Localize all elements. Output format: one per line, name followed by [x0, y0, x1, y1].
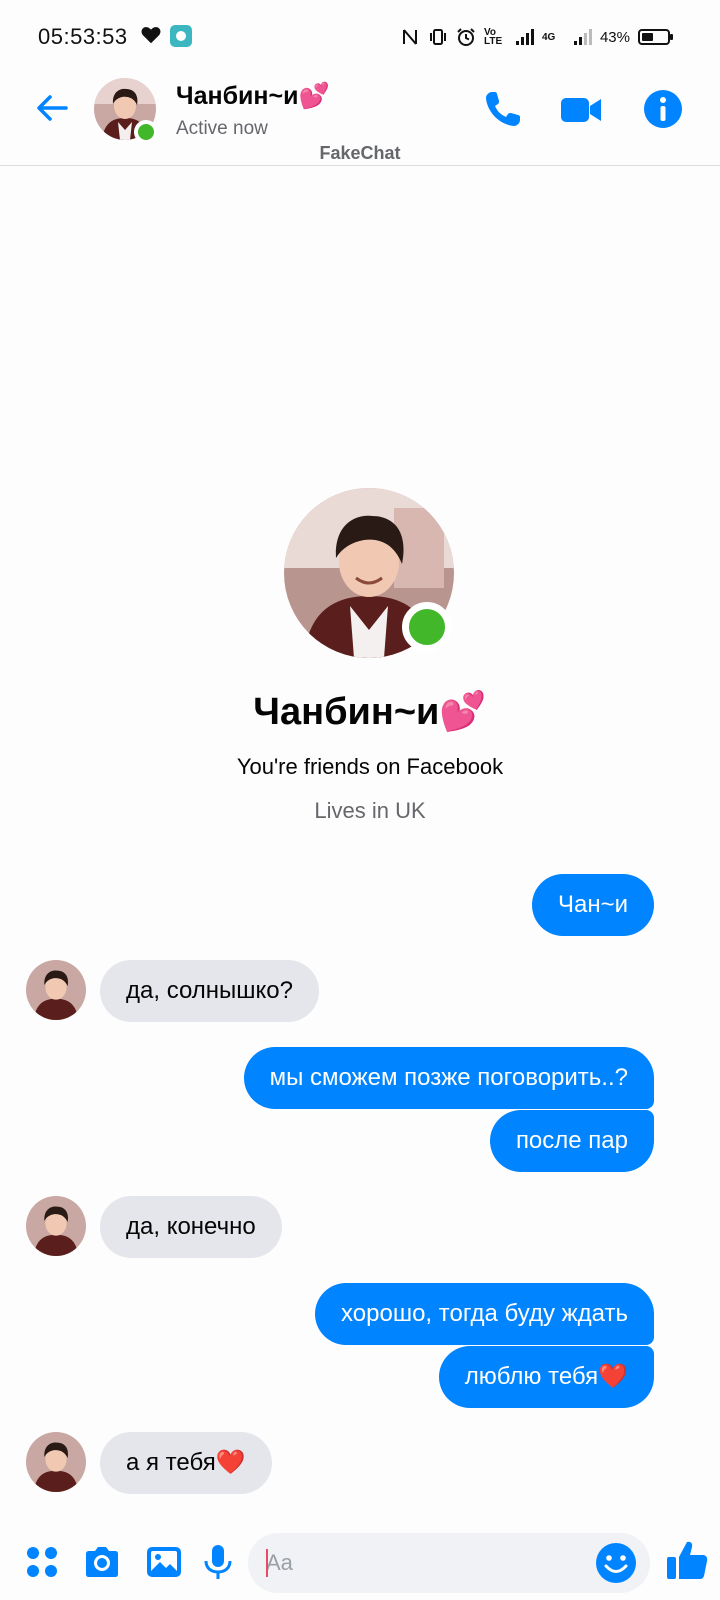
profile-friends-text: You're friends on Facebook	[236, 754, 504, 779]
status-bar: 05:53:53 Vo LTE 4G 43%	[0, 0, 720, 70]
profile-online-indicator	[402, 602, 452, 652]
message-bubble-out[interactable]: мы сможем позже поговорить..?	[243, 1047, 654, 1109]
image-icon[interactable]	[144, 1542, 184, 1582]
message-bubble-out[interactable]: Чан~и	[531, 874, 654, 936]
camera-icon[interactable]	[82, 1542, 122, 1582]
message-bubble-out[interactable]: хорошо, тогда буду ждать	[315, 1283, 654, 1345]
message-bubble-out[interactable]: люблю тебя❤️	[438, 1346, 654, 1408]
microphone-icon[interactable]	[198, 1542, 238, 1582]
thumbs-up-icon[interactable]	[664, 1537, 710, 1583]
message-input-container	[248, 1533, 650, 1593]
battery-percent: 43%	[599, 28, 630, 46]
phone-icon[interactable]	[480, 86, 526, 132]
signal-weak-icon	[573, 29, 592, 45]
text-caret	[266, 1549, 268, 1577]
message-bubble-out[interactable]: после пар	[489, 1110, 654, 1172]
battery-icon	[638, 29, 673, 45]
chat-header: Чанбин~и💕 Active now FakeChat	[0, 70, 720, 166]
notification-app-icon	[170, 25, 192, 47]
info-icon[interactable]	[640, 86, 686, 132]
arrow-left-icon[interactable]	[32, 88, 72, 128]
contact-name[interactable]: Чанбин~и💕	[176, 82, 330, 111]
message-bubble-in[interactable]: а я тебя❤️	[100, 1432, 272, 1494]
heart-icon	[141, 27, 161, 44]
profile-location-text: Lives in UK	[314, 798, 426, 823]
alarm-icon	[457, 28, 475, 46]
vibrate-icon	[429, 29, 446, 45]
message-bubble-in[interactable]: да, солнышко?	[100, 960, 320, 1022]
smiley-icon[interactable]	[594, 1541, 638, 1585]
message-input[interactable]	[266, 1543, 566, 1583]
contact-status: Active now	[176, 118, 268, 139]
grid-dots-icon[interactable]	[22, 1542, 62, 1582]
watermark: FakeChat	[319, 143, 401, 163]
status-icons: Vo LTE 4G 43%	[400, 26, 673, 48]
profile-name: Чанбин~и💕	[253, 691, 487, 733]
nfc-icon	[402, 29, 417, 45]
message-bubble-in[interactable]: да, конечно	[100, 1196, 282, 1258]
sender-avatar[interactable]	[26, 1432, 86, 1492]
volte-label: Vo LTE	[483, 27, 503, 47]
network-label: 4G	[541, 31, 556, 43]
sender-avatar[interactable]	[26, 1196, 86, 1256]
signal-icon	[515, 29, 534, 45]
video-camera-icon[interactable]	[558, 86, 604, 132]
status-time: 05:53:53	[38, 24, 128, 49]
sender-avatar[interactable]	[26, 960, 86, 1020]
online-indicator	[134, 120, 158, 144]
